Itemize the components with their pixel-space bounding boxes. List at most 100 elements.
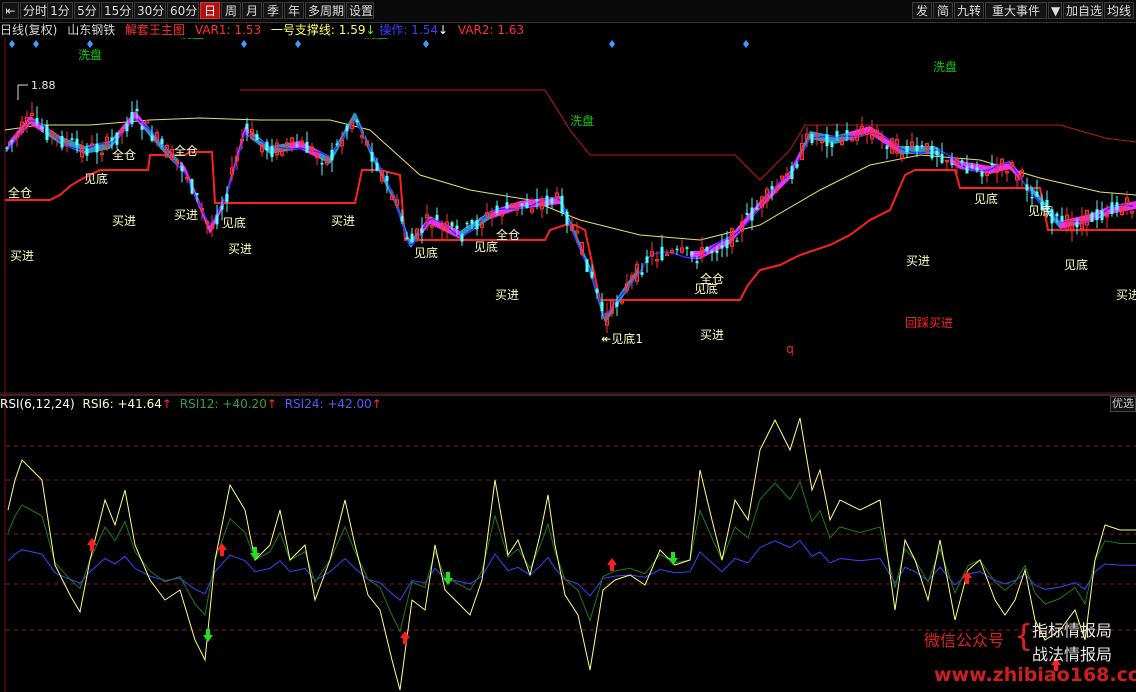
candle-body — [810, 134, 814, 143]
period-quarter[interactable]: 季 — [263, 2, 283, 19]
chart-annotation: 买进 — [700, 328, 724, 342]
period-year[interactable]: 年 — [284, 2, 304, 19]
stock-name[interactable]: 山东钢铁 — [67, 23, 115, 37]
candle-body — [135, 108, 139, 112]
candle-body — [795, 163, 799, 168]
chart-annotation: 见底 — [974, 191, 998, 206]
candle-body — [140, 126, 144, 130]
candle-body — [495, 205, 499, 213]
period-day[interactable]: 日 — [200, 2, 220, 19]
period-15min[interactable]: 15分 — [101, 2, 133, 19]
candle-body — [75, 138, 79, 146]
indicator-name[interactable]: 解套王主图 — [125, 23, 185, 37]
candle-body — [745, 212, 749, 215]
chart-annotation: 买进 — [228, 242, 252, 256]
var2-value: VAR2: 1.63 — [457, 23, 525, 37]
candle-body — [5, 147, 9, 149]
candle-body — [845, 130, 849, 133]
candle-body — [355, 120, 359, 123]
chart-area[interactable]: 1.88洗盘洗盘洗盘洗盘洗盘洗盘全仓全仓全仓全仓全仓见底见底见底见底见底见底见底… — [0, 38, 1136, 692]
chart-annotation: 买进 — [331, 214, 355, 228]
candle-body — [245, 123, 249, 130]
candle-body — [920, 145, 924, 147]
candle-body — [685, 247, 689, 249]
period-multi[interactable]: 多周期 — [305, 2, 345, 19]
candle-body — [70, 138, 74, 140]
support-arrow: ↓ — [365, 23, 376, 37]
candle-body — [180, 166, 184, 172]
period-week[interactable]: 周 — [221, 2, 241, 19]
candle-body — [965, 166, 969, 174]
candle-body — [215, 215, 219, 225]
candle-body — [990, 162, 994, 166]
candle-body — [1055, 213, 1059, 217]
jiuzhuan-button[interactable]: 九转 — [954, 2, 984, 19]
major-events-button[interactable]: 重大事件 — [985, 2, 1047, 19]
candle-body — [1030, 196, 1034, 199]
candle-body — [710, 251, 714, 253]
period-toolbar: ⇤ 分时 1分 5分 15分 30分 60分日周月季年多周期 设置 均线 加自选 ▼ 重大事件 九转简发 — [0, 0, 1136, 23]
events-dropdown[interactable]: ▼ — [1048, 2, 1062, 19]
candle-body — [885, 145, 889, 150]
candle-body — [375, 163, 379, 171]
chart-annotation: 见底 — [1028, 203, 1052, 218]
candle-body — [1060, 215, 1064, 222]
candle-body — [1035, 191, 1039, 197]
candle-body — [735, 240, 739, 242]
period-month[interactable]: 月 — [242, 2, 262, 19]
candle-body — [835, 130, 839, 137]
signal-diamond-icon — [423, 40, 429, 48]
signal-diamond-icon — [33, 40, 39, 48]
chart-annotation: 见底 — [414, 245, 438, 260]
signal-diamond-icon — [609, 40, 615, 48]
chart-annotation: 洗盘 — [933, 59, 957, 74]
period-fenshi[interactable]: 分时 — [20, 2, 47, 19]
back-button[interactable]: ⇤ — [2, 2, 19, 19]
optimize-button[interactable]: 优选 — [1110, 396, 1136, 412]
rsi-info-bar: RSI(6,12,24) RSI6: +41.64↑ RSI12: +40.20… — [0, 396, 1136, 412]
chart-annotation: 买进 — [495, 288, 519, 302]
watermark-wechat: 微信公众号 — [924, 631, 1005, 650]
candle-body — [935, 150, 939, 156]
candle-body — [770, 186, 774, 190]
add-watchlist-button[interactable]: 加自选 — [1063, 2, 1103, 19]
period-30min[interactable]: 30分 — [134, 2, 166, 19]
candle-body — [265, 141, 269, 151]
settings-button[interactable]: 设置 — [346, 2, 374, 19]
candle-body — [455, 225, 459, 230]
candle-body — [190, 179, 194, 194]
candle-body — [545, 195, 549, 207]
candle-body — [465, 222, 469, 225]
candle-body — [195, 193, 199, 196]
candle-body — [110, 137, 114, 141]
rsi12-value: RSI12: +40.20↑ — [179, 397, 277, 411]
candle-body — [330, 149, 334, 161]
signal-diamond-icon — [87, 40, 93, 48]
candle-body — [1115, 202, 1119, 211]
watermark-line2: 战法情报局 — [1032, 645, 1113, 664]
jian-button[interactable]: 简 — [933, 2, 953, 19]
period-5min[interactable]: 5分 — [74, 2, 100, 19]
chart-annotation: 买进 — [112, 214, 136, 228]
chart-annotation: 洗盘 — [78, 47, 102, 62]
ma-button[interactable]: 均线 — [1104, 2, 1134, 19]
fa-button[interactable]: 发 — [912, 2, 932, 19]
op-arrow: ↓ — [437, 23, 449, 37]
candle-body — [1095, 209, 1099, 221]
candle-body — [560, 195, 564, 214]
chart-annotation: 见底 — [222, 215, 246, 230]
candle-body — [130, 111, 134, 124]
chart-annotation: 全仓 — [496, 227, 520, 242]
candle-body — [470, 220, 474, 224]
chart-annotation: 洗盘 — [364, 38, 388, 41]
sell-arrow-icon — [668, 552, 678, 565]
candle-body — [755, 207, 759, 210]
candle-body — [905, 146, 909, 153]
candle-body — [960, 160, 964, 163]
candle-body — [85, 148, 89, 156]
period-60min[interactable]: 60分 — [167, 2, 199, 19]
candle-body — [255, 134, 259, 141]
candle-body — [595, 288, 599, 293]
period-1min[interactable]: 1分 — [47, 2, 73, 19]
candle-body — [345, 125, 349, 131]
